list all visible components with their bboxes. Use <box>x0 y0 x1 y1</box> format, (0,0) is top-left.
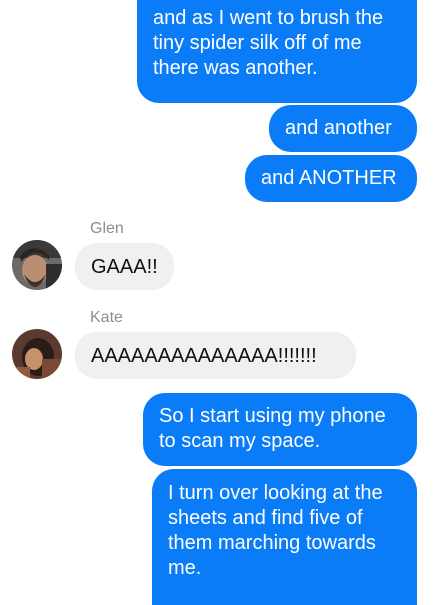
message-bubble-outgoing[interactable]: and another <box>269 105 417 152</box>
message-bubble-outgoing[interactable]: and as I went to brush the tiny spider s… <box>137 0 417 103</box>
sender-name: Kate <box>90 309 123 326</box>
message-bubble-outgoing[interactable]: and ANOTHER <box>245 155 417 202</box>
kate-avatar[interactable] <box>12 329 62 379</box>
sender-name: Glen <box>90 220 124 237</box>
message-bubble-outgoing[interactable]: So I start using my phone to scan my spa… <box>143 393 417 466</box>
glen-avatar[interactable] <box>12 240 62 290</box>
message-bubble-outgoing[interactable]: I turn over looking at the sheets and fi… <box>152 469 417 605</box>
message-bubble-incoming[interactable]: GAAA!! <box>75 243 174 290</box>
message-bubble-incoming[interactable]: AAAAAAAAAAAAAA!!!!!!! <box>75 332 356 379</box>
